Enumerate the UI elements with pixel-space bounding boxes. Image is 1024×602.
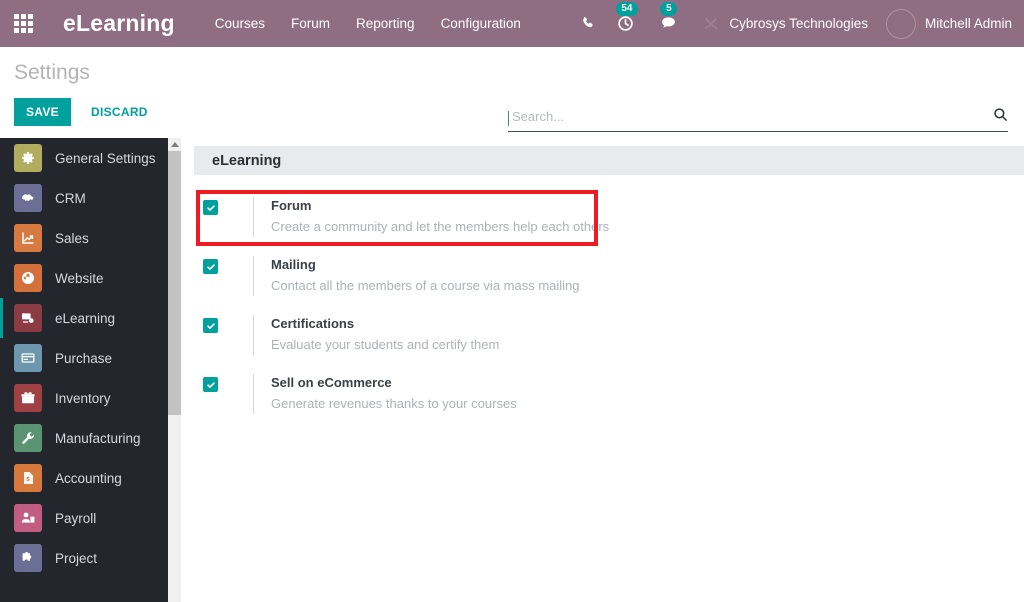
sidebar-item-label: Accounting — [55, 470, 122, 486]
activity-clock-icon[interactable]: 54 — [603, 0, 647, 47]
main-menu: Courses Forum Reporting Configuration — [215, 16, 521, 31]
row-divider — [253, 315, 254, 355]
apps-grid-icon[interactable] — [0, 0, 47, 47]
row-divider — [253, 197, 254, 237]
tools-icon[interactable] — [703, 16, 719, 32]
sidebar-scrollbar-thumb[interactable] — [168, 151, 181, 415]
user-name: Mitchell Admin — [924, 16, 1012, 31]
sidebar-item-purchase[interactable]: Purchase — [0, 338, 181, 378]
sidebar-item-label: Project — [55, 550, 98, 566]
setting-title: Certifications — [271, 316, 355, 331]
setting-description: Create a community and let the members h… — [271, 219, 610, 234]
sidebar-item-project[interactable]: Project — [0, 538, 181, 578]
messages-count-badge: 5 — [660, 2, 678, 16]
sidebar-item-label: Sales — [55, 230, 89, 246]
sidebar-item-sales[interactable]: Sales — [0, 218, 181, 258]
top-navbar: eLearning Courses Forum Reporting Config… — [0, 0, 1024, 47]
discard-button[interactable]: DISCARD — [79, 98, 160, 126]
setting-description: Evaluate your students and certify them — [271, 337, 500, 352]
sidebar-item-label: Purchase — [55, 350, 113, 366]
page-title: Settings — [14, 61, 90, 84]
menu-item-configuration[interactable]: Configuration — [441, 16, 521, 31]
menu-item-reporting[interactable]: Reporting — [356, 16, 415, 31]
panel-title: eLearning — [212, 152, 282, 169]
card-icon — [14, 344, 42, 372]
elearning-icon — [14, 304, 42, 332]
sidebar-item-payroll[interactable]: Payroll — [0, 498, 181, 538]
navbar-right-group: 54 5 Cybrosys Technologies Mitchell Admi… — [573, 0, 1024, 47]
sidebar-item-elearning[interactable]: eLearning — [0, 298, 181, 338]
app-brand-title[interactable]: eLearning — [63, 10, 175, 37]
phone-icon[interactable] — [573, 0, 603, 47]
sidebar-item-accounting[interactable]: Accounting — [0, 458, 181, 498]
sidebar-item-crm[interactable]: CRM — [0, 178, 181, 218]
settings-options-list: Forum Create a community and let the mem… — [194, 197, 1024, 414]
menu-item-forum[interactable]: Forum — [291, 16, 330, 31]
setting-text: Certifications Evaluate your students an… — [271, 315, 499, 355]
forum-checkbox[interactable] — [203, 200, 218, 215]
search-icon[interactable] — [993, 107, 1008, 127]
company-name[interactable]: Cybrosys Technologies — [729, 16, 868, 31]
employee-icon — [14, 504, 42, 532]
apps-grid-glyph — [14, 14, 33, 33]
chart-up-icon — [14, 224, 42, 252]
setting-text: Forum Create a community and let the mem… — [271, 197, 609, 237]
sidebar-item-label: eLearning — [55, 310, 116, 326]
sidebar-item-website[interactable]: Website — [0, 258, 181, 298]
sidebar-item-general-settings[interactable]: General Settings — [0, 138, 181, 178]
sidebar-item-label: Payroll — [55, 510, 97, 526]
settings-sidebar: General Settings CRM Sales Website eLear… — [0, 138, 181, 602]
sidebar-scrollbar[interactable] — [168, 138, 181, 602]
wrench-icon — [14, 424, 42, 452]
setting-row-sell-on-ecommerce: Sell on eCommerce Generate revenues than… — [194, 374, 1024, 414]
sidebar-item-manufacturing[interactable]: Manufacturing — [0, 418, 181, 458]
mailing-checkbox[interactable] — [203, 259, 218, 274]
row-divider — [253, 256, 254, 296]
gear-icon — [14, 144, 42, 172]
sidebar-item-label: Manufacturing — [55, 430, 141, 446]
setting-row-forum: Forum Create a community and let the mem… — [194, 197, 1024, 237]
action-buttons: SAVE DISCARD — [14, 98, 160, 126]
setting-text: Sell on eCommerce Generate revenues than… — [271, 374, 517, 414]
sidebar-item-label: Website — [55, 270, 104, 286]
row-divider — [253, 374, 254, 414]
menu-item-courses[interactable]: Courses — [215, 16, 265, 31]
setting-row-certifications: Certifications Evaluate your students an… — [194, 315, 1024, 355]
sell-on-ecommerce-checkbox[interactable] — [203, 377, 218, 392]
messages-chat-icon[interactable]: 5 — [647, 0, 689, 47]
activity-count-badge: 54 — [616, 2, 638, 16]
handshake-icon — [14, 184, 42, 212]
globe-icon — [14, 264, 42, 292]
setting-text: Mailing Contact all the members of a cou… — [271, 256, 580, 296]
invoice-icon — [14, 464, 42, 492]
save-button[interactable]: SAVE — [14, 98, 71, 126]
settings-content: eLearning Forum Create a community and l… — [181, 138, 1024, 602]
panel-header: eLearning — [194, 146, 1024, 175]
setting-title: Sell on eCommerce — [271, 375, 392, 390]
search-bar — [508, 106, 1008, 132]
sidebar-item-label: CRM — [55, 190, 86, 206]
puzzle-icon — [14, 544, 42, 572]
search-input[interactable] — [509, 109, 993, 128]
scroll-up-arrow-icon[interactable] — [168, 138, 181, 151]
setting-title: Forum — [271, 198, 312, 213]
box-icon — [14, 384, 42, 412]
sidebar-item-label: Inventory — [55, 390, 111, 406]
avatar — [886, 9, 916, 39]
control-panel: Settings SAVE DISCARD — [0, 47, 1024, 138]
setting-title: Mailing — [271, 257, 316, 272]
sidebar-item-inventory[interactable]: Inventory — [0, 378, 181, 418]
setting-description: Generate revenues thanks to your courses — [271, 396, 517, 411]
user-menu[interactable]: Mitchell Admin — [886, 9, 1012, 39]
sidebar-item-label: General Settings — [55, 150, 156, 166]
setting-row-mailing: Mailing Contact all the members of a cou… — [194, 256, 1024, 296]
certifications-checkbox[interactable] — [203, 318, 218, 333]
setting-description: Contact all the members of a course via … — [271, 278, 580, 293]
